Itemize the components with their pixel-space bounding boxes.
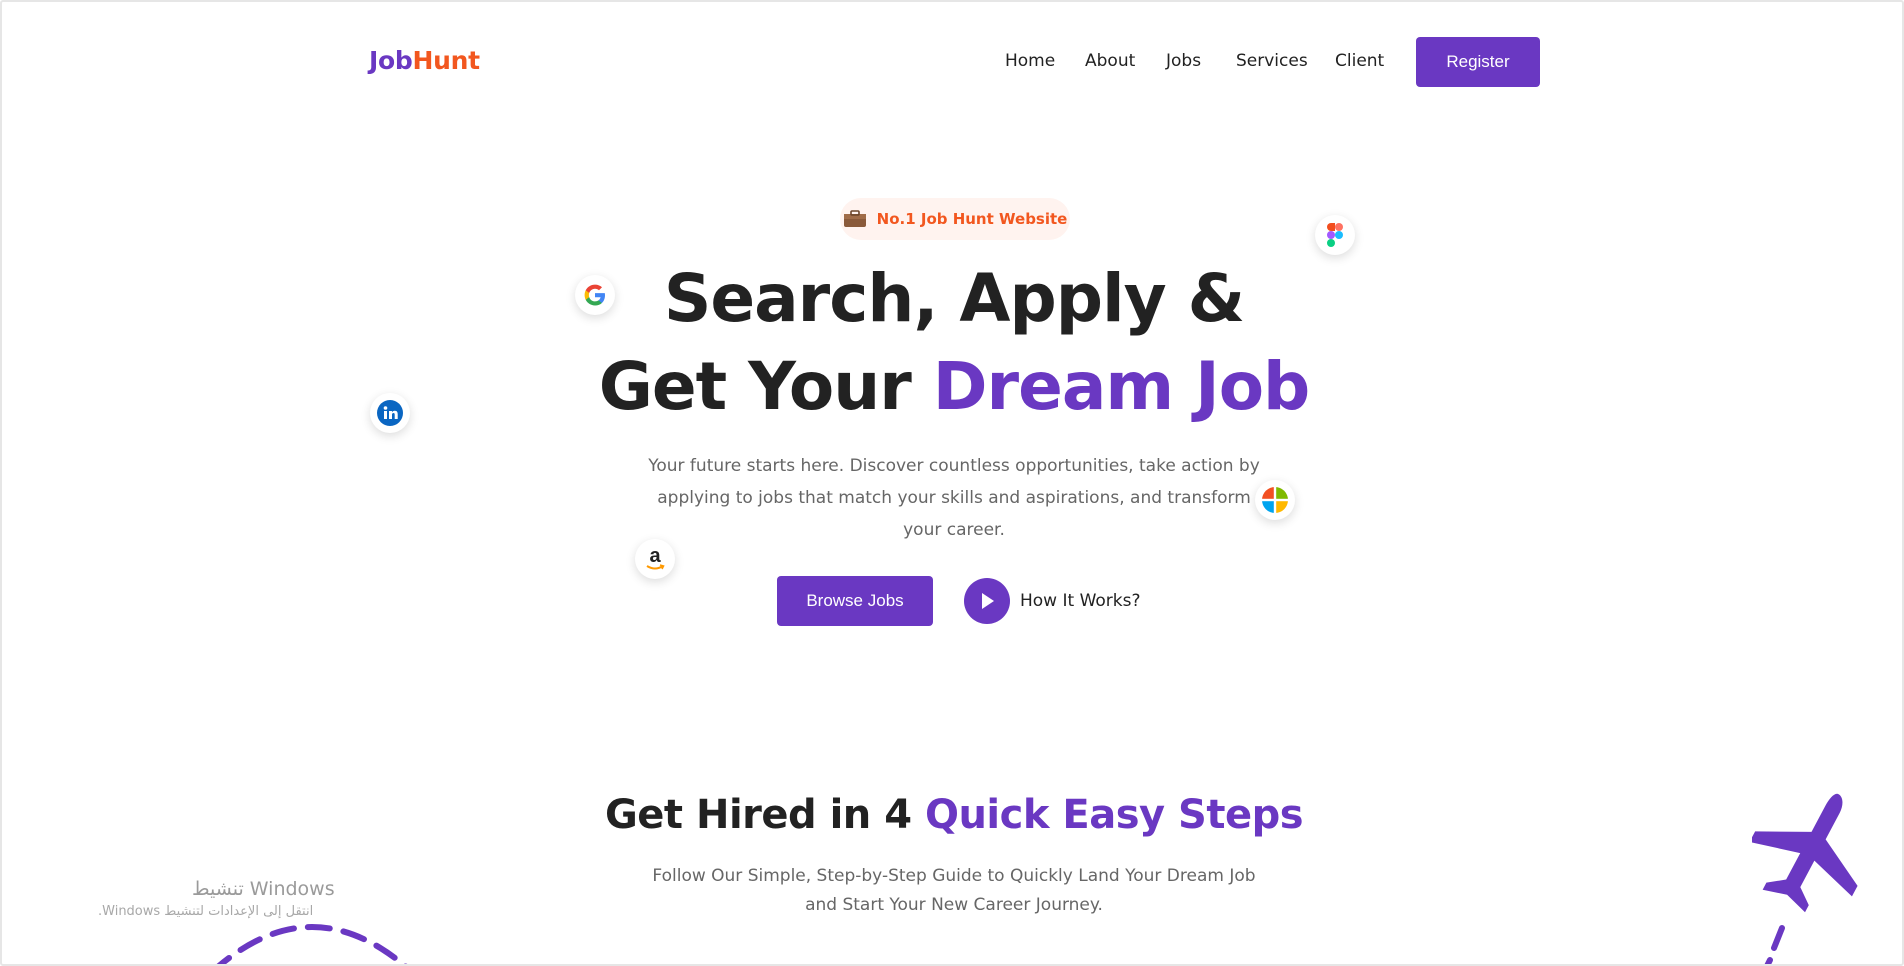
- register-button[interactable]: Register: [1416, 37, 1540, 87]
- how-it-works-label: How It Works?: [1020, 591, 1141, 611]
- browse-jobs-button[interactable]: Browse Jobs: [777, 576, 933, 626]
- nav-jobs[interactable]: Jobs: [1166, 51, 1201, 71]
- page-frame: JobHunt Home About Jobs Services Client …: [0, 0, 1904, 966]
- nav-home[interactable]: Home: [1005, 51, 1055, 71]
- windows-icon: [1255, 480, 1295, 520]
- figma-icon: [1315, 215, 1355, 255]
- amazon-icon: a: [635, 539, 675, 579]
- activation-watermark-subtitle: انتقل إلى الإعدادات لتنشيط Windows.: [98, 904, 314, 919]
- nav-client[interactable]: Client: [1335, 51, 1384, 71]
- svg-text:a: a: [649, 546, 661, 567]
- nav-about[interactable]: About: [1085, 51, 1135, 71]
- hero-badge: No.1 Job Hunt Website: [840, 198, 1070, 240]
- steps-description: Follow Our Simple, Step-by-Step Guide to…: [652, 866, 1256, 915]
- linkedin-icon: [370, 393, 410, 433]
- how-it-works-button[interactable]: How It Works?: [964, 578, 1141, 624]
- nav-services[interactable]: Services: [1236, 51, 1308, 71]
- hero-description: Your future starts here. Discover countl…: [648, 456, 1260, 540]
- hero-title-plain: Get Your: [598, 348, 933, 425]
- site-logo[interactable]: JobHunt: [369, 46, 480, 75]
- steps-title: Get Hired in 4 Quick Easy Steps: [554, 792, 1354, 838]
- badge-text: No.1 Job Hunt Website: [876, 210, 1068, 228]
- hero-title-line1: Search, Apply &: [663, 260, 1245, 337]
- logo-part-hunt: Hunt: [412, 46, 480, 75]
- logo-part-job: Job: [369, 46, 413, 75]
- steps-title-plain: Get Hired in 4: [604, 792, 925, 838]
- activation-watermark-title: تنشيط Windows: [192, 878, 335, 900]
- briefcase-icon: [843, 210, 867, 228]
- airplane-icon: [1752, 793, 1858, 964]
- steps-title-accent: Quick Easy Steps: [924, 792, 1304, 838]
- hero-title-line2: Get Your Dream Job: [554, 354, 1354, 420]
- hero-title-accent: Dream Job: [932, 348, 1311, 425]
- play-icon[interactable]: [964, 578, 1010, 624]
- google-icon: [575, 275, 615, 315]
